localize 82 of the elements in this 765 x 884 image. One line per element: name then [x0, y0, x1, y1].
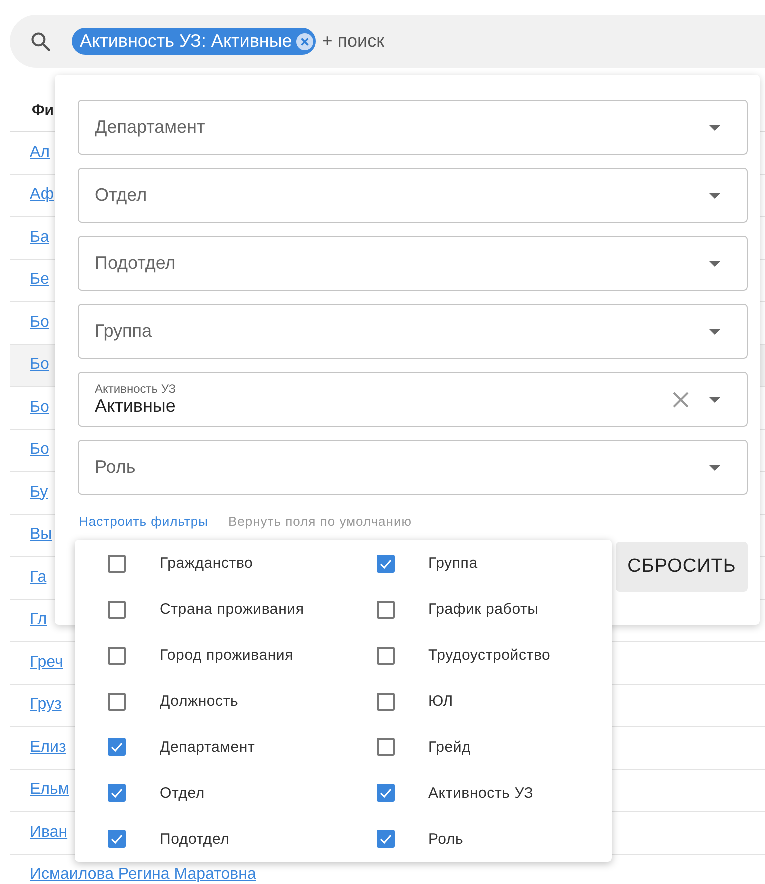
checkbox-label: ЮЛ: [428, 693, 454, 710]
select-field[interactable]: Подотдел: [78, 236, 748, 291]
name-link[interactable]: Бо: [30, 356, 50, 374]
checkbox-label: Город проживания: [160, 647, 294, 664]
reset-button[interactable]: СБРОСИТЬ: [616, 542, 748, 592]
name-link[interactable]: Иван: [30, 824, 68, 842]
check-icon: [110, 833, 124, 846]
field-label: Активность УЗ: [95, 382, 177, 396]
checkbox[interactable]: [376, 554, 394, 573]
name-link[interactable]: Бо: [30, 398, 50, 417]
checkbox-label: Подотдел: [160, 830, 230, 848]
name-link[interactable]: Ельм: [30, 781, 70, 800]
search-icon: [30, 30, 52, 52]
name-link[interactable]: Ба: [30, 228, 50, 247]
checkbox[interactable]: [376, 738, 394, 756]
configure-filters-link[interactable]: Настроить фильтры: [79, 514, 208, 529]
checkbox[interactable]: [376, 692, 394, 710]
name-link[interactable]: Бо: [30, 441, 50, 460]
checkbox-label: График работы: [428, 601, 539, 618]
name-link[interactable]: Бо: [30, 314, 50, 332]
field-label: Роль: [95, 457, 137, 478]
name-link[interactable]: Греч: [30, 654, 64, 672]
field-label: Группа: [95, 321, 154, 342]
name-link[interactable]: Исмаилова Регина Маратовна: [30, 866, 256, 884]
checkbox-label: Активность УЗ: [428, 784, 534, 802]
checkbox-label: Департамент: [160, 738, 256, 756]
checkbox[interactable]: [376, 600, 394, 619]
checkbox[interactable]: [376, 784, 394, 802]
caret-icon: [709, 260, 721, 266]
name-link[interactable]: Га: [30, 568, 47, 587]
checkbox[interactable]: [376, 830, 394, 848]
name-link[interactable]: Бе: [30, 271, 50, 290]
caret-icon: [709, 328, 721, 334]
checkbox-label: Грейд: [428, 738, 472, 756]
name-link[interactable]: Груз: [30, 696, 62, 714]
checkbox-label: Трудоустройство: [428, 647, 551, 664]
reset-fields-link[interactable]: Вернуть поля по умолчанию: [228, 514, 412, 529]
name-link[interactable]: Бу: [30, 484, 48, 502]
check-icon: [378, 787, 392, 800]
caret-icon: [709, 192, 721, 198]
select-field[interactable]: Департамент: [78, 100, 748, 155]
name-link[interactable]: Вы: [30, 526, 52, 544]
checkbox[interactable]: [108, 646, 126, 665]
checkbox-label: Роль: [428, 830, 464, 848]
select-field[interactable]: Отдел: [78, 168, 748, 223]
check-icon: [110, 787, 124, 800]
checkbox[interactable]: [108, 784, 126, 802]
select-field[interactable]: Активность УЗ Активные: [78, 372, 748, 427]
remove-icon[interactable]: [296, 32, 314, 50]
search-bar[interactable]: Активность УЗ: Активные + поиск: [10, 15, 765, 68]
field-label: Подотдел: [95, 253, 177, 274]
caret-icon: [709, 396, 721, 402]
check-icon: [110, 741, 124, 754]
field-label: Отдел: [95, 185, 148, 206]
checkbox[interactable]: [108, 554, 126, 573]
checkbox-label: Страна проживания: [160, 601, 304, 618]
filter-chip[interactable]: Активность УЗ: Активные: [72, 28, 316, 55]
checkbox[interactable]: [108, 830, 126, 848]
chip-label: Активность УЗ: Активные: [80, 31, 292, 52]
name-link[interactable]: Гл: [30, 611, 48, 630]
check-icon: [378, 558, 392, 570]
caret-icon: [709, 464, 721, 470]
checkbox[interactable]: [376, 646, 394, 665]
checkbox-label: Отдел: [160, 784, 205, 802]
checkbox[interactable]: [108, 692, 126, 710]
checkbox-label: Группа: [428, 555, 478, 572]
name-link[interactable]: Ал: [30, 144, 50, 162]
field-label: Департамент: [95, 117, 206, 138]
checkbox-label: Гражданство: [160, 555, 254, 572]
checkbox[interactable]: [108, 738, 126, 756]
checkbox[interactable]: [108, 600, 126, 619]
name-link[interactable]: Аф: [30, 186, 54, 204]
check-icon: [378, 833, 392, 846]
caret-icon: [709, 124, 721, 130]
select-field[interactable]: Группа: [78, 304, 748, 359]
checkbox-label: Должность: [160, 693, 239, 710]
field-value: Активные: [95, 396, 177, 417]
column-header: Фи: [32, 102, 54, 119]
clear-icon[interactable]: [671, 390, 691, 410]
select-field[interactable]: Роль: [78, 440, 748, 495]
add-search-text[interactable]: + поиск: [322, 31, 384, 52]
name-link[interactable]: Елиз: [30, 738, 66, 757]
